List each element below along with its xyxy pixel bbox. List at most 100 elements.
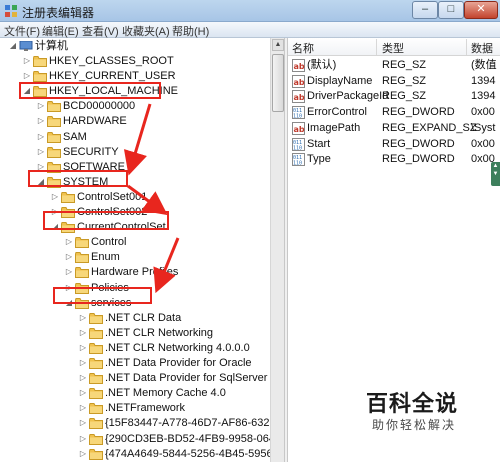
expand-arrow-icon[interactable]: ▷: [22, 55, 32, 67]
tree-item[interactable]: ▷ Enum: [0, 250, 268, 265]
expand-arrow-icon[interactable]: ▷: [22, 70, 32, 82]
tree-item[interactable]: ▷ BCD00000000: [0, 99, 268, 114]
expand-arrow-icon[interactable]: ▷: [78, 327, 88, 339]
expand-arrow-icon[interactable]: ▷: [78, 342, 88, 354]
folder-icon: [89, 342, 103, 354]
value-type: REG_SZ: [382, 59, 427, 71]
tree-item[interactable]: ▷ {474A4649-5844-5256-4B45-5956414C: [0, 447, 284, 462]
folder-icon: [75, 267, 89, 279]
tree-item[interactable]: ▷ ControlSet001: [0, 190, 268, 205]
expand-arrow-icon[interactable]: ▷: [36, 131, 46, 143]
tree-item[interactable]: ▷ .NET CLR Networking 4.0.0.0: [0, 341, 268, 356]
column-type[interactable]: 类型: [382, 40, 404, 56]
registry-tree[interactable]: ◢ 计算机 ▷ HKEY_CLASSES_ROOT ▷ HKEY_CURRENT_US…: [0, 38, 284, 462]
tree-item-label: .NETFramework: [105, 402, 186, 415]
tree-item[interactable]: ▷ SECURITY: [0, 145, 268, 160]
tree-item[interactable]: ▷ Control: [0, 235, 268, 250]
folder-icon: [75, 237, 89, 249]
tree-item-label: Hardware Profiles: [91, 266, 179, 279]
expand-arrow-icon[interactable]: ▷: [78, 433, 88, 445]
expand-arrow-icon[interactable]: ▷: [64, 236, 74, 248]
list-header: 名称 类型 数据: [288, 38, 500, 56]
folder-icon: [89, 312, 103, 324]
minimize-button[interactable]: –: [412, 1, 438, 19]
value-type: REG_DWORD: [382, 137, 455, 150]
expand-arrow-icon[interactable]: ▷: [78, 357, 88, 369]
tree-item-label: .NET Data Provider for SqlServer: [105, 372, 268, 385]
list-row[interactable]: 011 110 Type REG_DWORD 0x00: [288, 152, 500, 167]
expand-arrow-icon[interactable]: ▷: [78, 417, 88, 429]
svg-text:ab: ab: [294, 62, 305, 71]
expand-arrow-icon[interactable]: ▷: [78, 372, 88, 384]
tree-item[interactable]: ▷ .NETFramework: [0, 401, 268, 416]
list-row[interactable]: ab (默认) REG_SZ (数值: [288, 58, 500, 73]
tree-item-label: {290CD3EB-BD52-4FB9-9958-0649EB6E: [105, 432, 284, 445]
tree-item[interactable]: ▷ .NET Memory Cache 4.0: [0, 386, 268, 401]
expand-arrow-icon[interactable]: ▷: [78, 312, 88, 324]
expand-arrow-icon[interactable]: ▷: [36, 115, 46, 127]
folder-icon: [75, 252, 89, 264]
list-row[interactable]: 011 110 ErrorControl REG_DWORD 0x00: [288, 105, 500, 120]
expand-arrow-icon[interactable]: ▷: [64, 266, 74, 278]
folder-icon: [89, 327, 103, 339]
svg-text:110: 110: [293, 114, 302, 120]
value-data: 1394: [471, 74, 496, 87]
tree-item[interactable]: ▷ {15F83447-A778-46D7-AF86-63223078: [0, 416, 284, 431]
tree-item[interactable]: ▷ .NET Data Provider for Oracle: [0, 356, 268, 371]
side-tab[interactable]: ▲ ▼: [491, 162, 500, 186]
column-data[interactable]: 数据: [471, 40, 493, 56]
tree-scrollbar[interactable]: ▲: [270, 38, 284, 462]
list-row[interactable]: ab DriverPackageId REG_SZ 1394: [288, 89, 500, 104]
annotation-box-currentcontrolset: [43, 211, 169, 230]
expand-arrow-icon[interactable]: ▷: [64, 251, 74, 263]
expand-arrow-icon[interactable]: ▷: [36, 100, 46, 112]
maximize-button[interactable]: □: [438, 1, 464, 19]
scroll-up-icon[interactable]: ▲: [272, 39, 284, 51]
regedit-icon: [4, 4, 18, 18]
watermark-subtitle: 助你轻松解决: [372, 418, 457, 432]
value-name: Start: [307, 137, 331, 150]
tree-item-label: Enum: [91, 251, 120, 264]
tree-item[interactable]: ▷ Hardware Profiles: [0, 265, 268, 280]
folder-icon: [47, 116, 61, 128]
column-name[interactable]: 名称: [292, 40, 314, 56]
tree-item-computer[interactable]: ◢ 计算机: [0, 39, 268, 54]
tree-item[interactable]: ▷ HARDWARE: [0, 114, 268, 129]
watermark-title: 百科全说: [366, 391, 459, 416]
menu-help[interactable]: 帮助(H): [172, 23, 209, 39]
menu-view[interactable]: 查看(V): [82, 23, 119, 39]
expand-arrow-icon[interactable]: ▷: [78, 448, 88, 460]
value-name: (默认): [307, 59, 337, 71]
tree-item-label: ControlSet001: [77, 190, 148, 203]
tree-item-label: SECURITY: [63, 145, 119, 158]
tree-item[interactable]: ▷ .NET Data Provider for SqlServer: [0, 371, 268, 386]
column-divider[interactable]: [466, 39, 467, 55]
list-row[interactable]: ab DisplayName REG_SZ 1394: [288, 74, 500, 89]
value-type: REG_SZ: [382, 74, 427, 87]
expand-arrow-icon[interactable]: ▷: [50, 191, 60, 203]
tree-item[interactable]: ▷ SAM: [0, 130, 268, 145]
tree-item[interactable]: ▷ HKEY_CLASSES_ROOT: [0, 54, 268, 69]
tree-item-label: .NET CLR Networking 4.0.0.0: [105, 341, 250, 354]
list-row[interactable]: 011 110 Start REG_DWORD 0x00: [288, 137, 500, 152]
value-type: REG_DWORD: [382, 153, 455, 166]
watermark-logo: 百科全说 助你轻松解决: [362, 386, 482, 442]
tree-item[interactable]: ▷ .NET CLR Data: [0, 311, 268, 326]
menu-file[interactable]: 文件(F): [4, 23, 40, 39]
window-title: 注册表编辑器: [22, 6, 95, 20]
expand-arrow-icon[interactable]: ▷: [78, 387, 88, 399]
list-row[interactable]: ab ImagePath REG_EXPAND_SZ \Syst: [288, 121, 500, 136]
column-divider[interactable]: [376, 39, 377, 55]
menu-edit[interactable]: 编辑(E): [42, 23, 79, 39]
folder-icon: [89, 433, 103, 445]
expand-arrow-icon[interactable]: ▷: [78, 402, 88, 414]
close-button[interactable]: ✕: [464, 1, 498, 19]
tree-item[interactable]: ▷ .NET CLR Networking: [0, 326, 268, 341]
menu-favorites[interactable]: 收藏夹(A): [122, 23, 170, 39]
scroll-thumb[interactable]: [272, 54, 284, 112]
collapse-arrow-icon[interactable]: ◢: [8, 40, 18, 52]
tree-item-label: BCD00000000: [63, 100, 136, 113]
tree-item[interactable]: ▷ {290CD3EB-BD52-4FB9-9958-0649EB6E: [0, 432, 284, 447]
expand-arrow-icon[interactable]: ▷: [36, 146, 46, 158]
binary-value-icon: 011 110: [292, 106, 305, 120]
